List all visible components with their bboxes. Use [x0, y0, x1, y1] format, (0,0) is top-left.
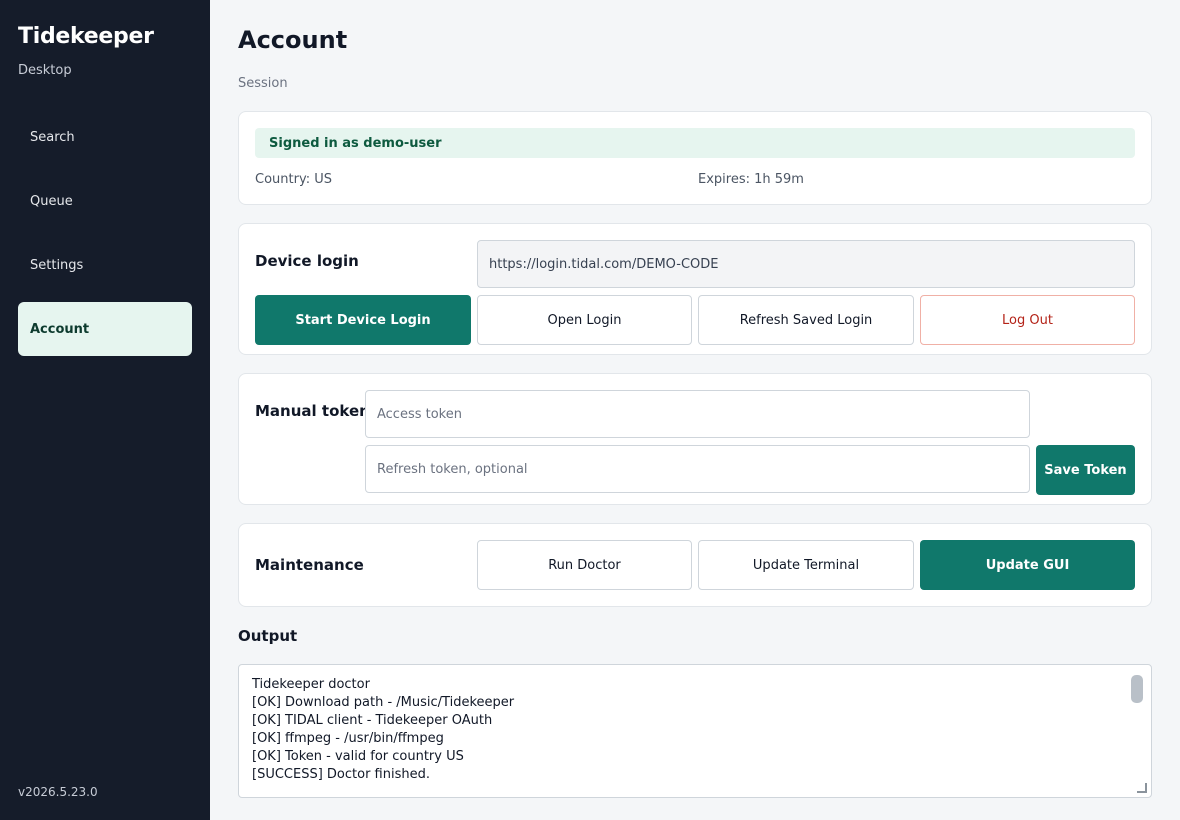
session-card: Signed in as demo-user Country: US Expir… [238, 111, 1152, 205]
manual-token-label: Manual token [255, 402, 370, 420]
sidebar-item-label: Account [30, 321, 90, 337]
output-scrollbar[interactable] [1131, 671, 1143, 791]
section-label-session: Session [238, 76, 288, 91]
version-label: v2026.5.23.0 [18, 785, 98, 799]
resize-grip-icon[interactable] [1137, 783, 1147, 793]
sidebar-item-search[interactable]: Search [18, 110, 192, 164]
session-country: Country: US [255, 172, 332, 187]
session-expires: Expires: 1h 59m [698, 172, 804, 187]
maintenance-card: Maintenance Run Doctor Update Terminal U… [238, 523, 1152, 607]
output-line: [OK] Download path - /Music/Tidekeeper [252, 695, 515, 710]
save-token-button[interactable]: Save Token [1036, 445, 1135, 495]
log-out-button[interactable]: Log Out [920, 295, 1135, 345]
refresh-saved-login-button[interactable]: Refresh Saved Login [698, 295, 914, 345]
update-gui-button[interactable]: Update GUI [920, 540, 1135, 590]
device-login-label: Device login [255, 252, 359, 270]
output-title: Output [238, 627, 298, 645]
sidebar: Tidekeeper Desktop Search Queue Settings… [0, 0, 210, 820]
device-login-card: Device login Start Device Login Open Log… [238, 223, 1152, 355]
app-window: Tidekeeper Desktop Search Queue Settings… [0, 0, 1180, 820]
sidebar-nav: Search Queue Settings Account [18, 110, 192, 366]
output-line: [OK] ffmpeg - /usr/bin/ffmpeg [252, 731, 444, 746]
sidebar-item-account[interactable]: Account [18, 302, 192, 356]
page-title: Account [238, 26, 348, 54]
access-token-input[interactable] [365, 390, 1030, 438]
output-line: Tidekeeper doctor [252, 677, 370, 692]
output-line: [OK] TIDAL client - Tidekeeper OAuth [252, 713, 493, 728]
app-subtitle: Desktop [18, 63, 72, 78]
sidebar-item-queue[interactable]: Queue [18, 174, 192, 228]
open-login-button[interactable]: Open Login [477, 295, 692, 345]
app-title: Tidekeeper [18, 24, 154, 49]
manual-token-card: Manual token Save Token [238, 373, 1152, 505]
maintenance-label: Maintenance [255, 556, 364, 574]
signed-in-status-banner: Signed in as demo-user [255, 128, 1135, 158]
run-doctor-button[interactable]: Run Doctor [477, 540, 692, 590]
output-log[interactable]: Tidekeeper doctor [OK] Download path - /… [238, 664, 1152, 798]
output-line: [SUCCESS] Doctor finished. [252, 767, 430, 782]
sidebar-item-label: Queue [30, 193, 73, 209]
start-device-login-button[interactable]: Start Device Login [255, 295, 471, 345]
device-login-url-field[interactable] [477, 240, 1135, 288]
main-content: Account Session Signed in as demo-user C… [210, 0, 1180, 820]
refresh-token-input[interactable] [365, 445, 1030, 493]
sidebar-item-label: Search [30, 129, 75, 145]
signed-in-status-text: Signed in as demo-user [269, 135, 442, 151]
sidebar-item-settings[interactable]: Settings [18, 238, 192, 292]
update-terminal-button[interactable]: Update Terminal [698, 540, 914, 590]
sidebar-item-label: Settings [30, 257, 84, 273]
output-line: [OK] Token - valid for country US [252, 749, 464, 764]
scrollbar-thumb[interactable] [1131, 675, 1143, 703]
